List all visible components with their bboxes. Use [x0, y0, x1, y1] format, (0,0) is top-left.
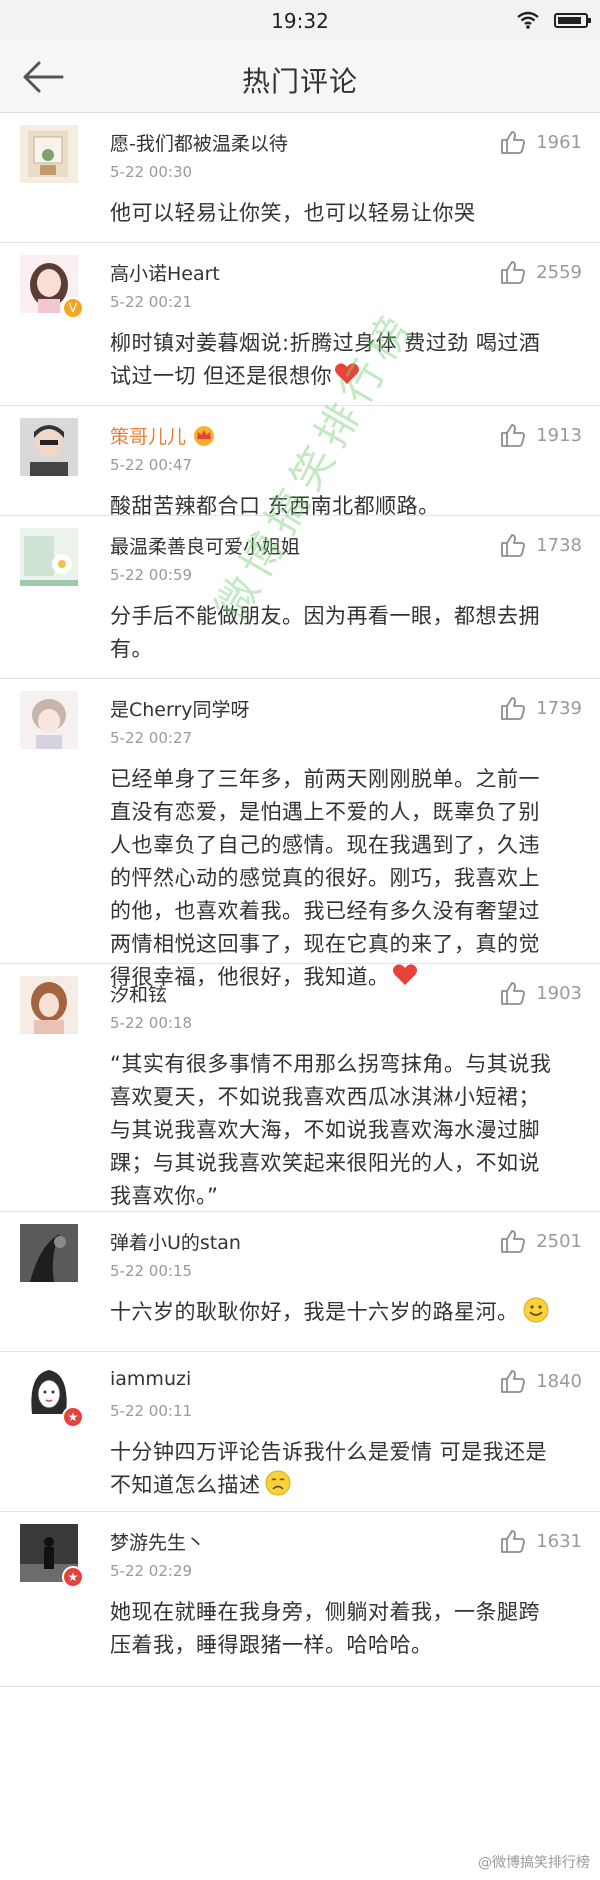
like-button[interactable]: 2501	[500, 1226, 582, 1256]
crown-icon	[194, 426, 215, 446]
like-button[interactable]: 1738	[500, 530, 582, 560]
like-count: 2501	[536, 1230, 582, 1252]
avatar[interactable]	[20, 1224, 78, 1282]
comment-time: 5-22 00:15	[110, 1262, 193, 1280]
thumbs-up-icon	[501, 261, 526, 284]
avatar[interactable]: ★	[20, 1364, 84, 1428]
avatar[interactable]	[20, 976, 78, 1034]
thumbs-up-icon	[501, 697, 526, 720]
comment-item: V 高小诺Heart 5-22 00:21 2559 柳时镇对姜暮烟说:折腾过身…	[0, 243, 600, 406]
comment-item: ★ 梦游先生丶 5-22 02:29 1631 她现在就睡在我身旁，侧躺对着我，…	[0, 1512, 600, 1687]
comment-time: 5-22 00:30	[110, 163, 193, 181]
like-button[interactable]: 1840	[500, 1366, 582, 1396]
like-count: 1631	[536, 1530, 582, 1552]
like-button[interactable]: 1961	[500, 127, 582, 157]
member-badge-icon: ★	[62, 1566, 84, 1588]
thumbs-up-icon	[501, 1370, 526, 1393]
user-name-text[interactable]: 策哥儿儿	[110, 426, 186, 448]
comment-text-body: 十六岁的耿耿你好，我是十六岁的路星河。	[110, 1300, 519, 1324]
like-button[interactable]: 1903	[500, 978, 582, 1008]
like-count: 1903	[536, 982, 582, 1004]
user-name[interactable]: iammuzi	[110, 1368, 191, 1390]
status-bar: 19:32	[0, 0, 600, 40]
wifi-icon	[516, 11, 540, 33]
avatar[interactable]	[20, 125, 78, 183]
like-count: 1739	[536, 697, 582, 719]
avatar[interactable]	[20, 691, 78, 749]
like-count: 1961	[536, 131, 582, 153]
user-name[interactable]: 愿-我们都被温柔以待	[110, 129, 288, 156]
like-button[interactable]: 2559	[500, 257, 582, 287]
comment-time: 5-22 00:27	[110, 729, 193, 747]
thumbs-up-icon	[501, 424, 526, 447]
user-name[interactable]: 汐和铉	[110, 980, 167, 1007]
like-count: 1738	[536, 534, 582, 556]
battery-icon	[554, 13, 591, 28]
thumbs-up-icon	[501, 982, 526, 1005]
comment-text-body: 已经单身了三年多，前两天刚刚脱单。之前一直没有恋爱，是怕遇上不爱的人，既辜负了别…	[110, 767, 540, 989]
comment-text: 十六岁的耿耿你好，我是十六岁的路星河。	[110, 1296, 560, 1329]
user-name[interactable]: 是Cherry同学呀	[110, 695, 250, 722]
comment-item: 愿-我们都被温柔以待 5-22 00:30 1961 他可以轻易让你笑，也可以轻…	[0, 113, 600, 243]
comment-list: 愿-我们都被温柔以待 5-22 00:30 1961 他可以轻易让你笑，也可以轻…	[0, 113, 600, 1687]
comment-time: 5-22 02:29	[110, 1562, 193, 1580]
user-name[interactable]: 弹着小U的stan	[110, 1228, 241, 1255]
user-name[interactable]: 策哥儿儿	[110, 422, 216, 449]
like-button[interactable]: 1739	[500, 693, 582, 723]
avatar[interactable]: ★	[20, 1524, 84, 1588]
like-button[interactable]: 1631	[500, 1526, 582, 1556]
user-name[interactable]: 梦游先生丶	[110, 1528, 205, 1555]
page-title: 热门评论	[241, 65, 358, 98]
user-name[interactable]: 高小诺Heart	[110, 259, 220, 286]
like-count: 1840	[536, 1370, 582, 1392]
comment-time: 5-22 00:59	[110, 566, 193, 584]
avatar[interactable]	[20, 418, 78, 476]
comment-text: 她现在就睡在我身旁，侧躺对着我，一条腿跨压着我，睡得跟猪一样。哈哈哈。	[110, 1600, 540, 1657]
smile-emoji-icon	[523, 1297, 548, 1323]
comment-item: 弹着小U的stan 5-22 00:15 2501 十六岁的耿耿你好，我是十六岁…	[0, 1212, 600, 1352]
comment-text-body: 十分钟四万评论告诉我什么是爱情 可是我还是不知道怎么描述	[110, 1440, 548, 1497]
comment-time: 5-22 00:18	[110, 1014, 193, 1032]
comment-time: 5-22 00:21	[110, 293, 193, 311]
avatar[interactable]: V	[20, 255, 84, 319]
member-badge-icon: ★	[62, 1406, 84, 1428]
comment-item: 汐和铉 5-22 00:18 1903 “其实有很多事情不用那么拐弯抹角。与其说…	[0, 964, 600, 1212]
comment-text: 分手后不能做朋友。因为再看一眼，都想去拥有。	[110, 604, 540, 661]
comment-item: ★ iammuzi 5-22 00:11 1840 十分钟四万评论告诉我什么是爱…	[0, 1352, 600, 1512]
nav-bar: 热门评论	[0, 40, 600, 113]
comment-text: “其实有很多事情不用那么拐弯抹角。与其说我喜欢夏天，不如说我喜欢西瓜冰淇淋小短裙…	[110, 1052, 552, 1208]
verified-badge: V	[62, 297, 84, 319]
avatar[interactable]	[20, 528, 78, 586]
comment-time: 5-22 00:11	[110, 1402, 193, 1420]
sad-emoji-icon	[265, 1470, 290, 1496]
comment-text: 已经单身了三年多，前两天刚刚脱单。之前一直没有恋爱，是怕遇上不爱的人，既辜负了别…	[110, 763, 560, 994]
comment-text: 他可以轻易让你笑，也可以轻易让你哭	[110, 201, 476, 225]
like-count: 1913	[536, 424, 582, 446]
source-watermark: @微博搞笑排行榜	[478, 1855, 590, 1871]
thumbs-up-icon	[501, 534, 526, 557]
thumbs-up-icon	[501, 1530, 526, 1553]
thumbs-up-icon	[501, 131, 526, 154]
comment-text: 十分钟四万评论告诉我什么是爱情 可是我还是不知道怎么描述	[110, 1436, 560, 1502]
status-time: 19:32	[271, 9, 329, 33]
comment-time: 5-22 00:47	[110, 456, 193, 474]
like-button[interactable]: 1913	[500, 420, 582, 450]
thumbs-up-icon	[501, 1230, 526, 1253]
comment-item: 是Cherry同学呀 5-22 00:27 1739 已经单身了三年多，前两天刚…	[0, 679, 600, 989]
like-count: 2559	[536, 261, 582, 283]
